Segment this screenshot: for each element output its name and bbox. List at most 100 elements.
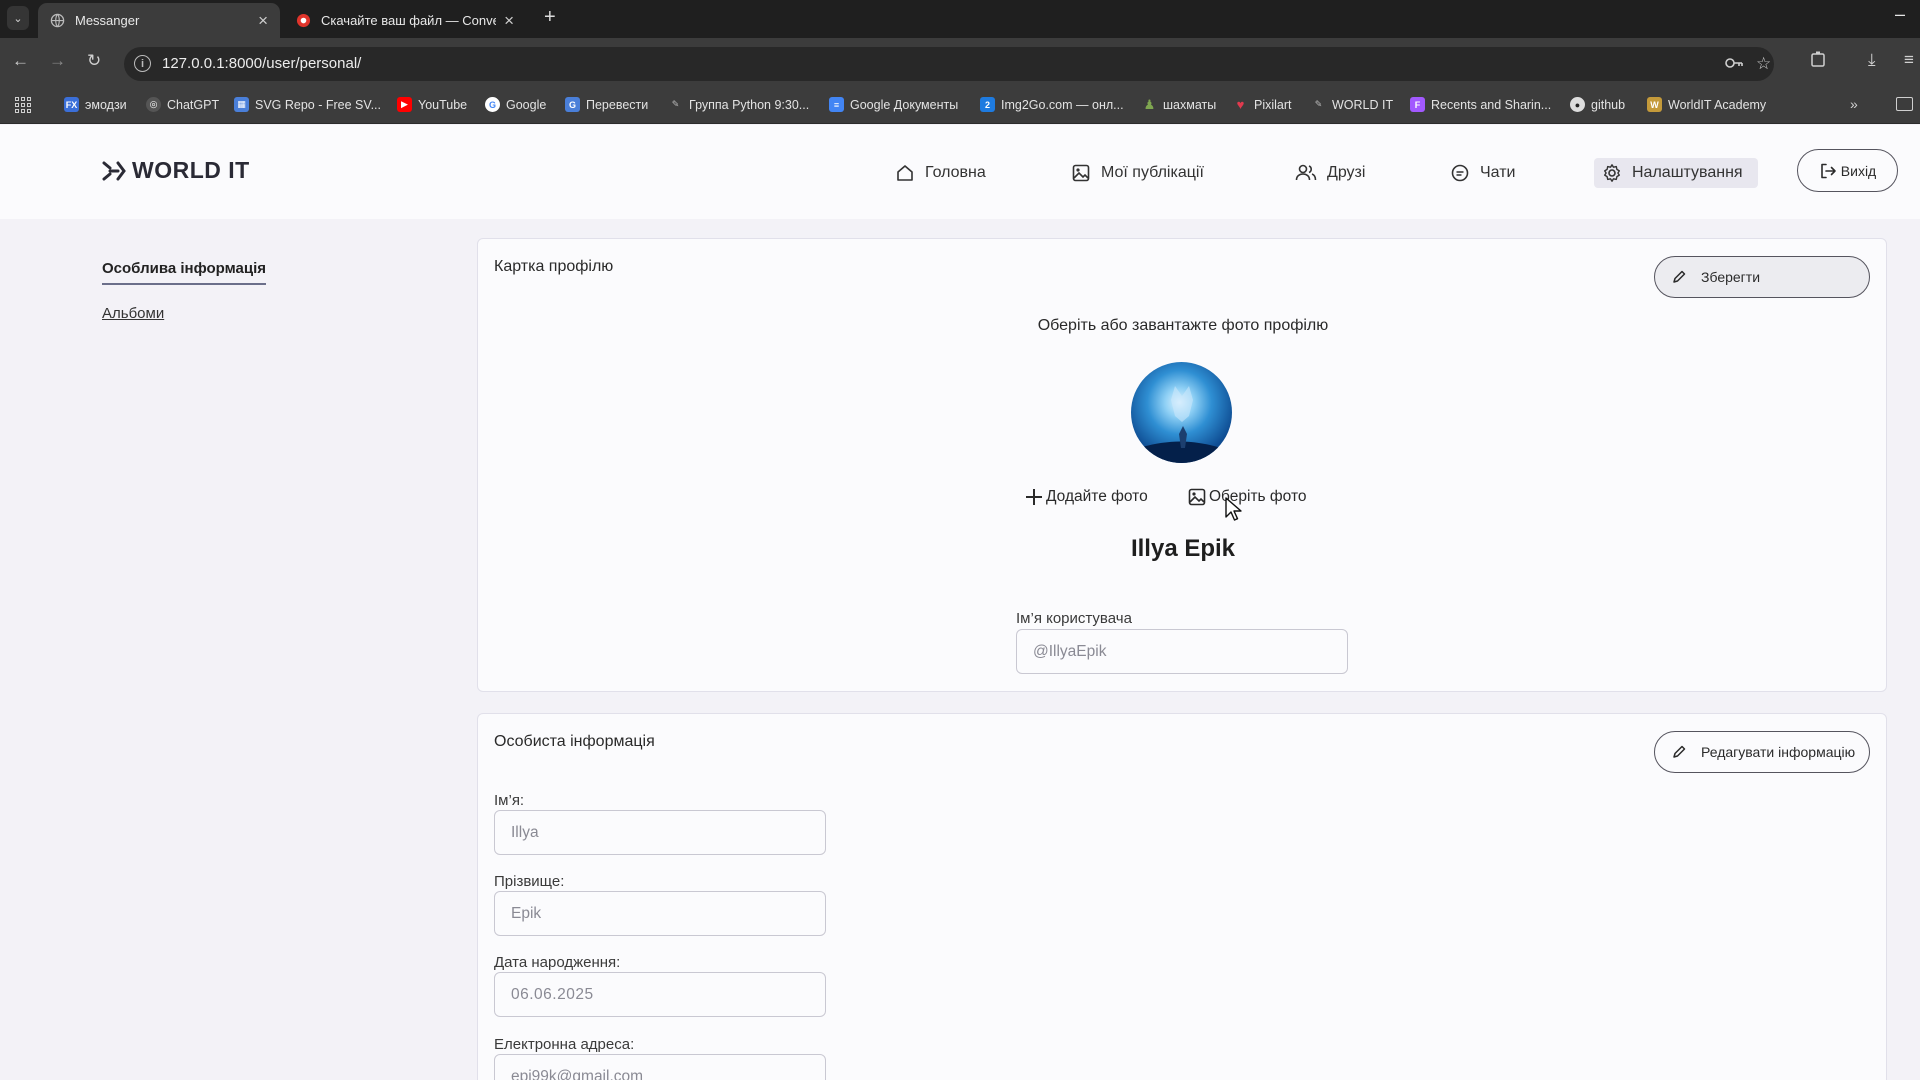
chevron-down-icon: ⌄: [13, 12, 23, 25]
last-name-input[interactable]: [494, 891, 826, 936]
nav-my-posts[interactable]: Мої публікації: [1063, 158, 1212, 188]
logo[interactable]: WORLD IT: [102, 157, 250, 184]
bookmark-item[interactable]: ▦ SVG Repo - Free SV...: [234, 97, 381, 112]
google-icon: G: [485, 97, 500, 112]
users-icon: [1295, 164, 1317, 181]
globe-icon: [50, 13, 65, 28]
first-name-input[interactable]: [494, 810, 826, 855]
add-photo-button[interactable]: Додайте фото: [1024, 487, 1148, 507]
pencil-icon: [1673, 270, 1686, 283]
minimize-icon[interactable]: –: [1895, 4, 1905, 25]
back-icon[interactable]: ←: [12, 51, 29, 71]
save-button[interactable]: Зберегти: [1654, 256, 1870, 298]
apps-grid-icon[interactable]: [15, 97, 31, 113]
last-name-label: Прізвище:: [494, 873, 565, 890]
bookmarks-bar: FX эмодзи ◎ ChatGPT ▦ SVG Repo - Free SV...…: [0, 88, 1920, 124]
birth-date-label: Дата народження:: [494, 954, 621, 971]
download-icon[interactable]: ⤓: [1868, 50, 1876, 70]
tab-search-button[interactable]: ⌄: [7, 6, 29, 30]
translate-icon: G: [565, 97, 580, 112]
birth-date-input[interactable]: [494, 972, 826, 1017]
bookmark-item[interactable]: ✎ WORLD IT: [1311, 97, 1393, 112]
profile-card-title: Картка профілю: [494, 258, 614, 275]
bookmark-item[interactable]: ◎ ChatGPT: [146, 97, 219, 112]
avatar[interactable]: [1131, 362, 1232, 463]
site-info-icon[interactable]: i: [134, 55, 151, 72]
personal-info-card: Особиста інформація Редагувати інформаці…: [477, 713, 1887, 1080]
key-icon[interactable]: [1724, 54, 1744, 77]
chevrons-right-icon[interactable]: »: [1850, 96, 1858, 112]
bookmark-item[interactable]: ♥ Pixilart: [1233, 97, 1292, 112]
sidebar-item-albums[interactable]: Альбоми: [102, 305, 164, 322]
app-header: WORLD IT Головна Мої публікації Друзі Ча…: [0, 125, 1920, 219]
image-icon: [1072, 164, 1090, 182]
choose-photo-button[interactable]: Оберіть фото: [1187, 487, 1307, 507]
logo-text: WORLD IT: [132, 157, 250, 183]
forward-icon[interactable]: →: [49, 51, 66, 71]
bookmark-item[interactable]: ● github: [1570, 97, 1625, 112]
reload-icon[interactable]: ↻: [87, 51, 101, 71]
username-input[interactable]: [1016, 629, 1348, 674]
fx-icon: FX: [64, 97, 79, 112]
email-input[interactable]: [494, 1054, 826, 1080]
tab-converter[interactable]: Скачайте ваш файл — Conver ×: [284, 3, 526, 38]
bookmark-item[interactable]: ♟ шахматы: [1142, 96, 1217, 112]
new-tab-button[interactable]: +: [544, 6, 556, 29]
bookmark-item[interactable]: W WorldIT Academy: [1647, 97, 1766, 112]
github-icon: ●: [1570, 97, 1585, 112]
bookmark-item[interactable]: F Recents and Sharin...: [1410, 97, 1551, 112]
browser-tabstrip: ⌄ Messanger × Скачайте ваш файл — Conver…: [0, 0, 1920, 38]
heart-icon: ♥: [1236, 97, 1245, 112]
close-icon[interactable]: ×: [258, 11, 268, 31]
display-name: Illya Epik: [1130, 535, 1236, 562]
logout-button[interactable]: Вихід: [1797, 149, 1898, 192]
pencil-icon: [1673, 745, 1686, 758]
bookmark-item[interactable]: G Перевести: [565, 97, 648, 112]
bookmark-item[interactable]: ≡ Google Документы: [829, 97, 958, 112]
personal-info-title: Особиста інформація: [494, 733, 655, 750]
bookmark-item[interactable]: FX эмодзи: [64, 97, 127, 112]
edit-info-button[interactable]: Редагувати інформацію: [1654, 731, 1870, 773]
chess-icon: ♟: [1143, 96, 1156, 112]
wolf-image: [1131, 386, 1232, 463]
star-icon[interactable]: ☆: [1756, 54, 1771, 74]
bookmark-item[interactable]: ▶ YouTube: [397, 97, 467, 112]
gear-icon: [1604, 164, 1620, 182]
bookmark-item[interactable]: ✎ Группа Python 9:30...: [668, 97, 810, 112]
tab-title: Messanger: [75, 13, 140, 28]
pen-icon: ✎: [671, 99, 680, 109]
username-label: Ім’я користувача: [1016, 610, 1132, 627]
image-icon: [1188, 488, 1206, 506]
svgrepo-icon: ▦: [234, 97, 249, 112]
img2go-icon: 2: [980, 97, 995, 112]
worldit-icon: W: [1647, 97, 1662, 112]
home-icon: [897, 165, 913, 181]
pen-icon: ✎: [1314, 99, 1323, 109]
nav-home[interactable]: Головна: [887, 158, 994, 188]
photo-prompt: Оберіть або завантажте фото профілю: [1037, 317, 1329, 334]
bookmark-item[interactable]: 2 Img2Go.com — онл...: [980, 97, 1124, 112]
tab-messanger[interactable]: Messanger ×: [38, 3, 280, 38]
nav-chats[interactable]: Чати: [1442, 158, 1523, 188]
plus-icon: [1026, 489, 1042, 505]
extensions-icon[interactable]: [1810, 50, 1828, 73]
mouse-cursor-icon: [1225, 497, 1242, 521]
youtube-icon: ▶: [397, 97, 412, 112]
figma-icon: F: [1410, 97, 1425, 112]
logout-icon: [1820, 163, 1836, 178]
chatgpt-icon: ◎: [146, 97, 161, 112]
nav-friends[interactable]: Друзі: [1287, 158, 1373, 188]
address-toolbar: ← → ↻ i 127.0.0.1:8000/user/personal/ ☆ …: [0, 38, 1920, 88]
menu-icon[interactable]: ≡: [1904, 50, 1914, 70]
email-label: Електронна адреса:: [494, 1036, 635, 1053]
first-name-label: Ім’я:: [494, 792, 525, 809]
url-bar[interactable]: i 127.0.0.1:8000/user/personal/ ☆: [124, 47, 1774, 81]
close-icon[interactable]: ×: [504, 11, 514, 31]
bookmark-item[interactable]: G Google: [485, 97, 546, 112]
folder-icon[interactable]: [1896, 97, 1913, 111]
docs-icon: ≡: [829, 97, 844, 112]
sidebar-item-personal-info[interactable]: Особлива інформація: [102, 260, 267, 285]
profile-card: Картка профілю Зберегти Оберіть або зава…: [477, 238, 1887, 692]
nav-settings[interactable]: Налаштування: [1594, 158, 1758, 188]
url-text: 127.0.0.1:8000/user/personal/: [162, 55, 362, 72]
